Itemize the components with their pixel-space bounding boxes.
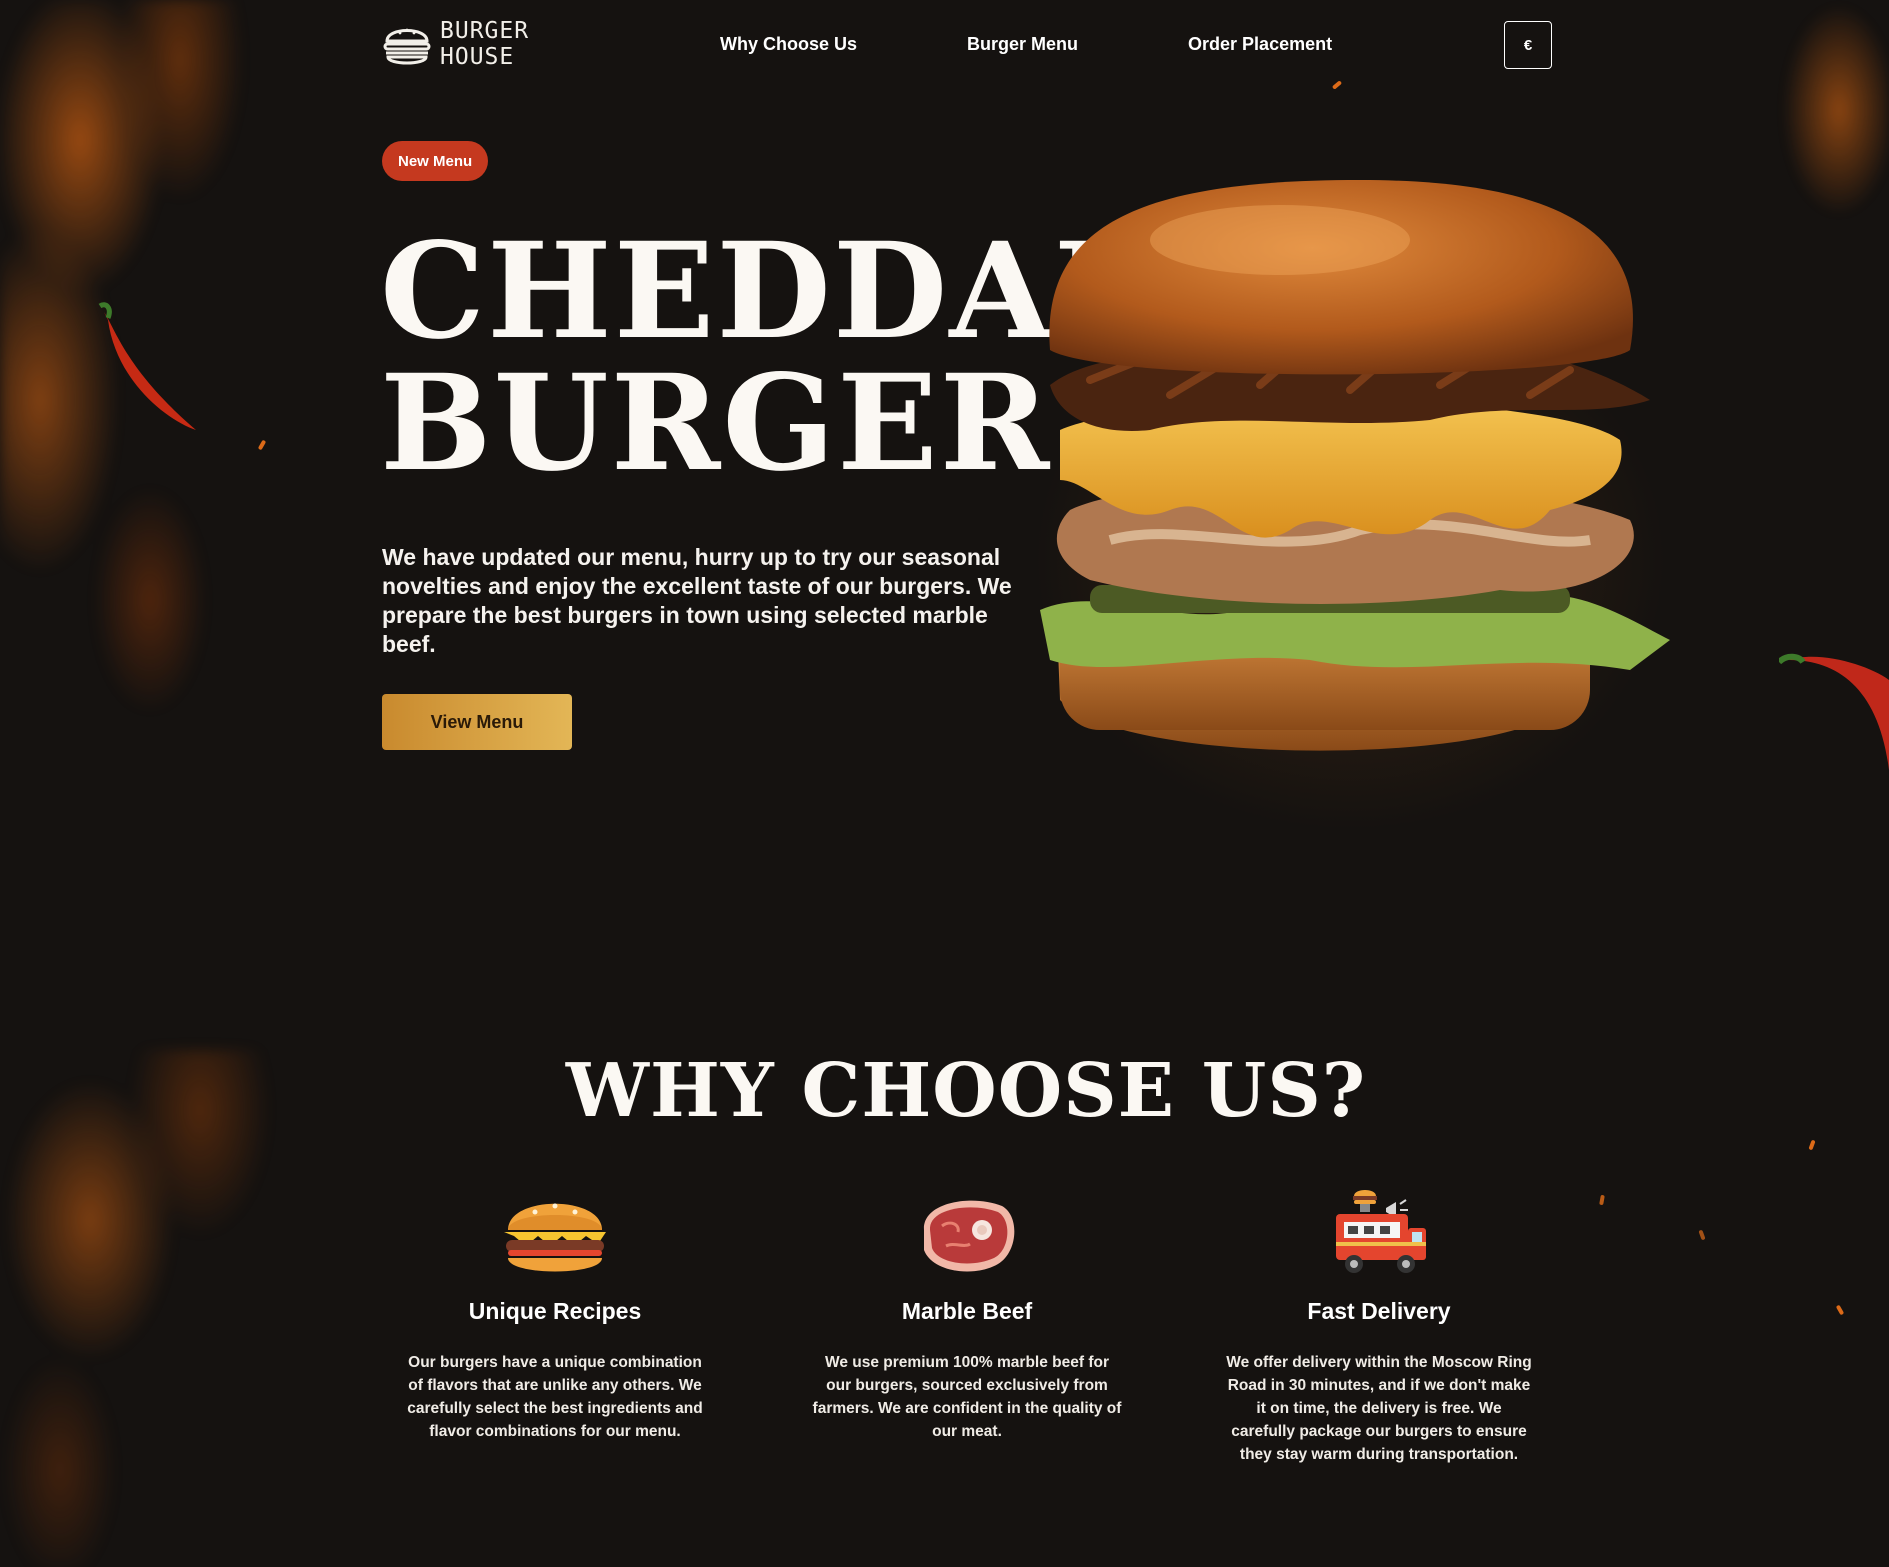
chili-pepper-icon [98, 302, 196, 430]
view-menu-button[interactable]: View Menu [382, 694, 572, 750]
nav-order-placement[interactable]: Order Placement [1188, 34, 1332, 55]
main-nav: Why Choose Us Burger Menu Order Placemen… [720, 34, 1442, 55]
ember-spark [1835, 1304, 1845, 1316]
cheddar-burger-image [1040, 180, 1670, 751]
steak-icon [923, 1200, 1015, 1272]
feature-marble-beef: Marble Beef We use premium 100% marble b… [807, 1190, 1127, 1443]
feature-title: Unique Recipes [468, 1298, 642, 1324]
burger-icon [383, 28, 431, 65]
feature-title: Fast Delivery [1307, 1298, 1451, 1324]
food-truck-icon [1336, 1190, 1426, 1273]
currency-button[interactable]: € [1504, 21, 1552, 69]
ember-spark [1698, 1229, 1706, 1241]
feature-fast-delivery: Fast Delivery We offer delivery within t… [1219, 1190, 1539, 1466]
burger-icon [504, 1203, 606, 1272]
flames-decoration-left [0, 0, 330, 760]
feature-description: We use premium 100% marble beef for our … [812, 1354, 1122, 1440]
ember-spark [1808, 1139, 1816, 1151]
brand-logo[interactable]: BURGER HOUSE [382, 18, 529, 70]
why-choose-us-title: WHY CHOOSE US? [565, 1048, 1367, 1134]
feature-description: Our burgers have a unique combination of… [407, 1354, 703, 1440]
nav-why-choose-us[interactable]: Why Choose Us [720, 34, 857, 55]
brand-name: BURGER HOUSE [440, 18, 529, 70]
new-menu-badge: New Menu [382, 141, 489, 181]
feature-title: Marble Beef [901, 1298, 1033, 1324]
brand-name-line1: BURGER [440, 18, 530, 44]
ember-spark [1599, 1194, 1605, 1206]
ember-spark [1331, 80, 1343, 90]
page: BURGER HOUSE Why Choose Us Burger Menu O… [0, 0, 1889, 1567]
nav-burger-menu[interactable]: Burger Menu [967, 34, 1078, 55]
brand-name-line2: HOUSE [440, 44, 515, 70]
ember-spark [257, 439, 267, 451]
site-header: BURGER HOUSE Why Choose Us Burger Menu O… [382, 18, 1552, 74]
feature-description: We offer delivery within the Moscow Ring… [1226, 1354, 1532, 1463]
feature-unique-recipes: Unique Recipes Our burgers have a unique… [395, 1190, 715, 1443]
